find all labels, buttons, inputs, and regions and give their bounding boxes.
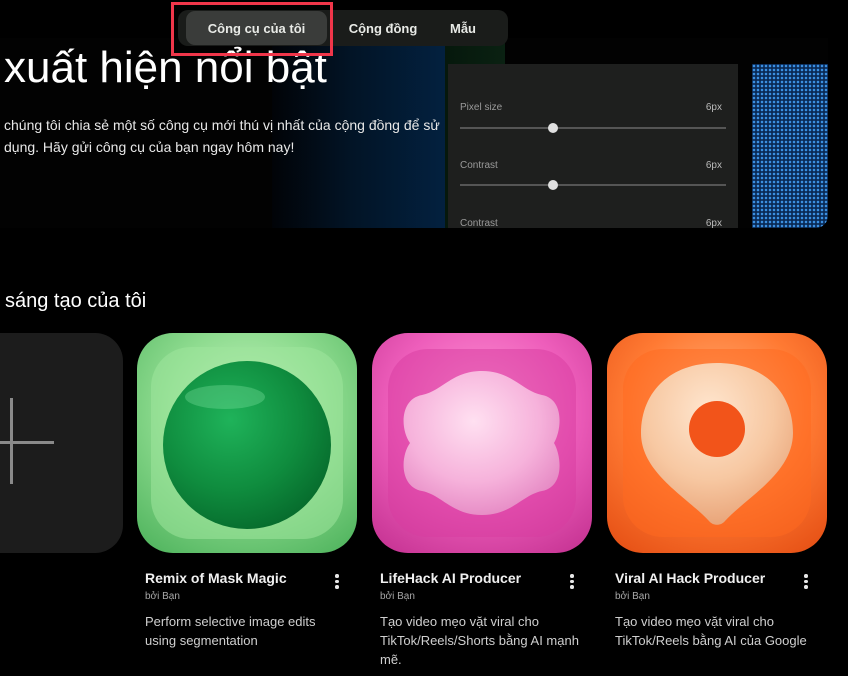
tool-card-author: bởi Bạn: [615, 591, 650, 602]
tool-card-info: Remix of Mask Magic bởi Bạn Perform sele…: [145, 568, 350, 650]
section-title: sáng tạo của tôi: [5, 290, 147, 312]
hero-art-pattern: [752, 64, 828, 228]
page: xuất hiện nổi bật chúng tôi chia sẻ một …: [0, 0, 848, 676]
tab-templates[interactable]: Mẫu: [435, 11, 491, 45]
setting-value: 6px: [705, 160, 722, 171]
setting-slider-knob: [548, 123, 558, 133]
green-sphere-icon: [151, 347, 343, 539]
tool-card-description: Perform selective image edits using segm…: [145, 614, 316, 648]
more-options-icon[interactable]: [569, 574, 575, 590]
tool-card-author: bởi Bạn: [145, 591, 180, 602]
tab-community[interactable]: Cộng đồng: [335, 11, 431, 45]
tool-card-description: Tạo video mẹo vặt viral cho TikTok/Reels…: [380, 614, 579, 667]
tab-my-tools[interactable]: Công cụ của tôi: [186, 11, 327, 45]
setting-slider-track: [460, 127, 726, 129]
hero-settings-preview: Pixel size 6px Contrast 6px Contrast 6px: [448, 64, 738, 228]
tab-bar: Công cụ của tôi Cộng đồng Mẫu: [178, 10, 508, 46]
more-options-icon[interactable]: [334, 574, 340, 590]
pink-blob-icon: [388, 349, 576, 537]
tool-card-author: bởi Bạn: [380, 591, 415, 602]
setting-label: Contrast: [460, 218, 498, 228]
tool-card-name[interactable]: Remix of Mask Magic: [145, 568, 350, 588]
setting-value: 6px: [705, 102, 722, 113]
hero-description: chúng tôi chia sẻ một số công cụ mới thú…: [4, 117, 440, 155]
tool-card-name[interactable]: LifeHack AI Producer: [380, 568, 585, 588]
setting-slider-track: [460, 184, 726, 186]
tool-card-info: LifeHack AI Producer bởi Bạn Tạo video m…: [380, 568, 585, 669]
tool-card-thumbnail[interactable]: [137, 333, 357, 553]
tool-card-name[interactable]: Viral AI Hack Producer: [615, 568, 820, 588]
setting-label: Contrast: [460, 160, 498, 171]
hero-banner[interactable]: xuất hiện nổi bật chúng tôi chia sẻ một …: [0, 38, 828, 228]
setting-value: 6px: [705, 218, 722, 228]
hero-title: xuất hiện nổi bật: [4, 43, 327, 92]
setting-slider-knob: [548, 180, 558, 190]
tool-card-info: Viral AI Hack Producer bởi Bạn Tạo video…: [615, 568, 820, 650]
setting-label: Pixel size: [460, 102, 503, 113]
tool-card-thumbnail[interactable]: [372, 333, 592, 553]
tool-card-description: Tạo video mẹo vặt viral cho TikTok/Reels…: [615, 614, 807, 648]
tool-card-thumbnail[interactable]: [607, 333, 827, 553]
more-options-icon[interactable]: [803, 574, 809, 590]
location-pin-icon: [623, 349, 811, 537]
